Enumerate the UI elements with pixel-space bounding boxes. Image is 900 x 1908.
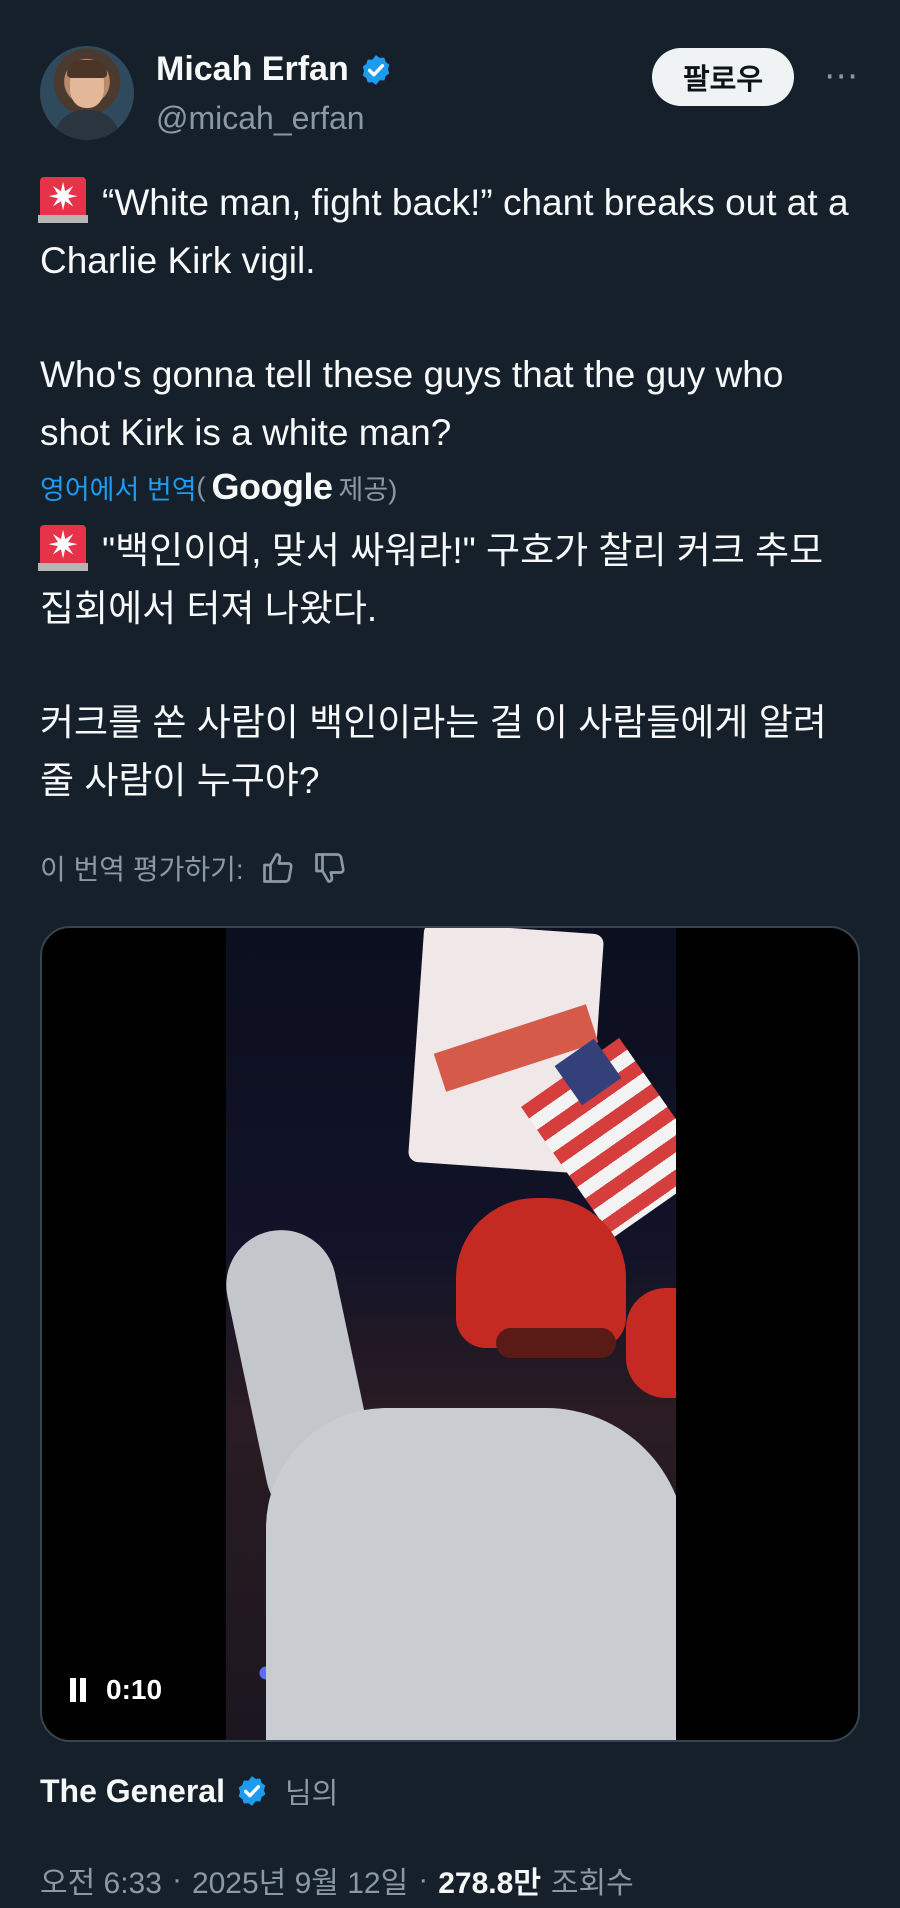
- tweet-text-line1: “White man, fight back!” chant breaks ou…: [40, 182, 859, 281]
- translation-attribution: 영어에서 번역 ( Google 제공): [40, 466, 397, 508]
- translated-line1: "백인이여, 맞서 싸워라!" 구호가 찰리 커크 추모 집회에서 터져 나왔다…: [40, 530, 834, 629]
- verified-badge-icon: [362, 54, 390, 85]
- tweet-header: Micah Erfan @micah_erfan 팔로우 ⋯: [40, 46, 860, 146]
- view-count-label: 조회수: [550, 1867, 634, 1900]
- author-handle[interactable]: @micah_erfan: [156, 100, 365, 137]
- video-source-row[interactable]: The General 님의: [40, 1770, 338, 1812]
- video-frame[interactable]: [226, 928, 676, 1740]
- source-account-name[interactable]: The General: [40, 1773, 225, 1810]
- siren-emoji-icon: [38, 173, 88, 223]
- video-controls: 0:10: [68, 1674, 162, 1706]
- rate-translation-label: 이 번역 평가하기:: [40, 854, 244, 885]
- tweet-text-original-2: Who's gonna tell these guys that the guy…: [40, 354, 794, 453]
- video-player[interactable]: 0:10: [40, 926, 860, 1742]
- tweet-text-translated-2: 커크를 쏜 사람이 백인이라는 걸 이 사람들에게 알려줄 사람이 누구야?: [40, 702, 827, 801]
- avatar[interactable]: [40, 46, 134, 140]
- google-logo: Google: [211, 466, 334, 507]
- tweet-time[interactable]: 오전 6:33: [40, 1858, 162, 1902]
- translate-provider-suffix: 제공): [338, 474, 398, 505]
- thumbs-up-icon[interactable]: [260, 850, 296, 886]
- translate-link[interactable]: 영어에서 번역: [40, 468, 197, 507]
- meta-separator-2: ·: [418, 1863, 429, 1896]
- more-options-icon[interactable]: ⋯: [824, 56, 860, 96]
- follow-button[interactable]: 팔로우: [652, 48, 794, 106]
- view-count: 278.8만: [438, 1867, 541, 1900]
- pause-icon[interactable]: [68, 1678, 88, 1702]
- siren-emoji-icon-2: [38, 521, 88, 571]
- source-verified-badge-icon: [238, 1776, 266, 1806]
- tweet-text-translated: "백인이여, 맞서 싸워라!" 구호가 찰리 커크 추모 집회에서 터져 나왔다…: [38, 521, 860, 638]
- author-name-row: Micah Erfan: [156, 50, 393, 89]
- translate-paren-open: (: [196, 471, 206, 502]
- thumbs-down-icon[interactable]: [312, 850, 348, 886]
- source-suffix: 님의: [284, 1778, 339, 1810]
- tweet-date[interactable]: 2025년 9월 12일: [192, 1858, 408, 1902]
- tweet-text-original: “White man, fight back!” chant breaks ou…: [38, 173, 860, 290]
- rate-translation-row: 이 번역 평가하기:: [40, 848, 348, 888]
- meta-separator: ·: [171, 1863, 182, 1896]
- author-name[interactable]: Micah Erfan: [156, 50, 349, 89]
- video-time: 0:10: [106, 1674, 163, 1705]
- tweet-meta: 오전 6:33 · 2025년 9월 12일 · 278.8만 조회수: [40, 1858, 634, 1902]
